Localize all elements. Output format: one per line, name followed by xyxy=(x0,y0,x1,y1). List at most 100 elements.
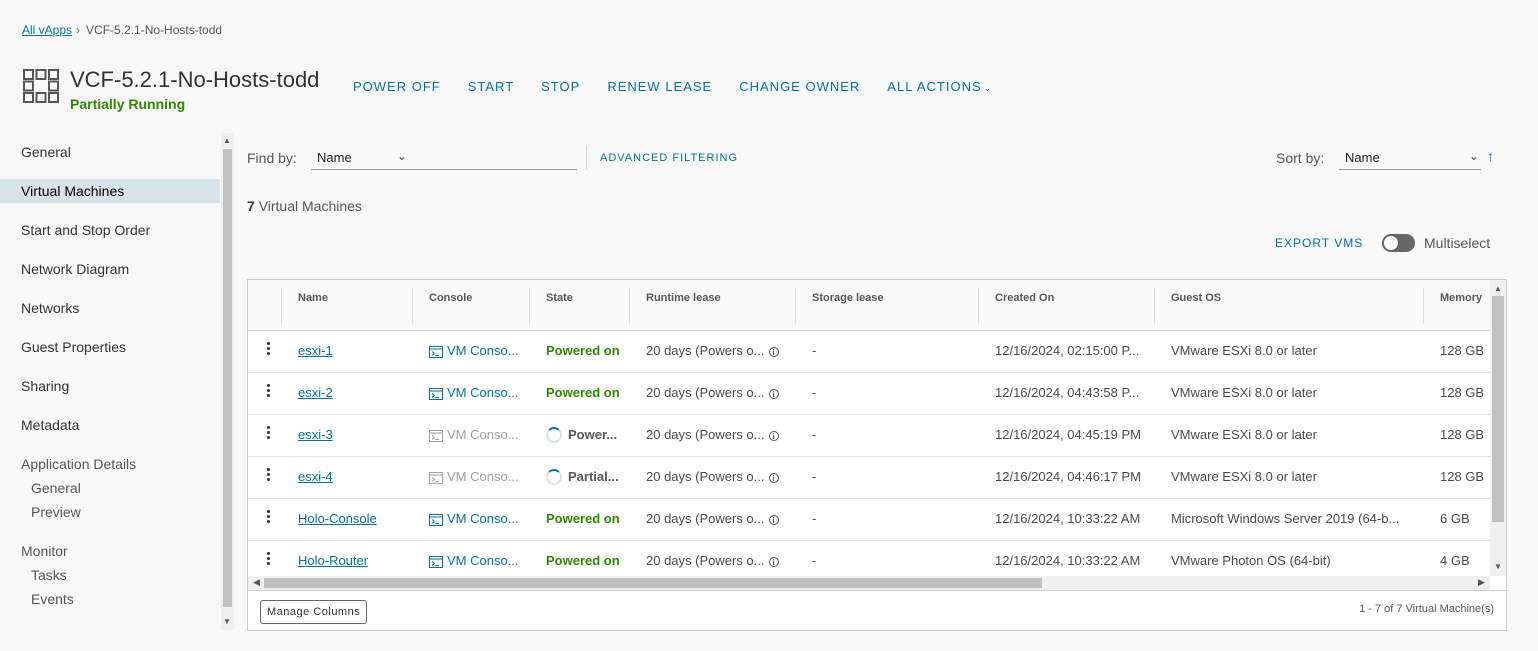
find-by-select[interactable]: Name ⌄ xyxy=(311,149,577,170)
sort-by-select[interactable]: Name ⌄ xyxy=(1339,149,1481,170)
info-icon[interactable]: i xyxy=(768,347,779,357)
column-separator xyxy=(281,288,282,324)
manage-columns-button[interactable]: Manage Columns xyxy=(260,600,368,624)
sidebar-item-virtual-machines[interactable]: Virtual Machines xyxy=(0,179,220,203)
vm-state: Partial... xyxy=(568,469,619,484)
chevron-down-icon: ⌄ xyxy=(396,149,407,163)
row-actions-kebab-icon[interactable] xyxy=(262,467,274,487)
action-bar: POWER OFF START STOP RENEW LEASE CHANGE … xyxy=(353,79,1019,94)
scroll-left-arrow-icon[interactable]: ◀ xyxy=(253,577,260,588)
memory: 4 GB xyxy=(1440,553,1470,568)
sort-by-label: Sort by: xyxy=(1276,150,1325,166)
storage-lease: - xyxy=(812,469,817,484)
multiselect-toggle[interactable] xyxy=(1382,234,1415,252)
sidebar-item-guest-properties[interactable]: Guest Properties xyxy=(0,335,220,359)
stop-button[interactable]: STOP xyxy=(541,79,580,94)
guest-os: VMware ESXi 8.0 or later xyxy=(1171,385,1317,400)
column-header-runtime-lease[interactable]: Runtime lease xyxy=(646,280,721,331)
vm-name-link[interactable]: Holo-Console xyxy=(298,511,377,526)
column-separator[interactable] xyxy=(978,288,979,324)
runtime-lease: 20 days (Powers o... xyxy=(646,385,765,400)
datagrid-vertical-scrollbar[interactable]: ▲ ▼ xyxy=(1490,280,1506,576)
column-header-created-on[interactable]: Created On xyxy=(995,280,1054,331)
console-icon xyxy=(429,388,443,400)
scroll-up-arrow-icon[interactable]: ▲ xyxy=(1494,284,1502,293)
row-actions-kebab-icon[interactable] xyxy=(262,383,274,403)
vm-count: 7 Virtual Machines xyxy=(247,198,362,214)
column-header-guest-os[interactable]: Guest OS xyxy=(1171,280,1221,331)
sidebar-item-app-general[interactable]: General xyxy=(0,476,220,500)
vertical-scroll-thumb[interactable] xyxy=(1492,296,1504,522)
title-block: VCF-5.2.1-No-Hosts-todd Partially Runnin… xyxy=(70,66,319,112)
sidebar-item-metadata[interactable]: Metadata xyxy=(0,413,220,437)
vm-name-link[interactable]: esxi-2 xyxy=(298,385,333,400)
vm-name-link[interactable]: esxi-4 xyxy=(298,469,333,484)
created-on: 12/16/2024, 04:45:19 PM xyxy=(995,427,1142,442)
power-off-button[interactable]: POWER OFF xyxy=(353,79,441,94)
row-actions-kebab-icon[interactable] xyxy=(262,551,274,571)
runtime-lease: 20 days (Powers o... xyxy=(646,469,765,484)
sidebar-item-networks[interactable]: Networks xyxy=(0,296,220,320)
column-separator[interactable] xyxy=(1423,288,1424,324)
info-icon[interactable]: i xyxy=(768,431,779,441)
vm-console-link[interactable]: VM Conso... xyxy=(429,343,519,358)
breadcrumb-all-vapps-link[interactable]: All vApps xyxy=(22,23,72,37)
info-icon[interactable]: i xyxy=(768,473,779,483)
sidebar-item-network-diagram[interactable]: Network Diagram xyxy=(0,257,220,281)
console-icon xyxy=(429,472,443,484)
export-vms-button[interactable]: EXPORT VMS xyxy=(1275,236,1363,250)
row-actions-kebab-icon[interactable] xyxy=(262,425,274,445)
sidebar-item-app-preview[interactable]: Preview xyxy=(0,500,220,524)
toggle-knob xyxy=(1384,236,1398,250)
arrow-up-icon[interactable]: ↑ xyxy=(1487,148,1494,164)
column-header-memory[interactable]: Memory xyxy=(1440,280,1482,331)
column-header-name[interactable]: Name xyxy=(298,280,328,331)
column-separator[interactable] xyxy=(529,288,530,324)
sidebar-item-tasks[interactable]: Tasks xyxy=(0,563,220,587)
advanced-filtering-link[interactable]: ADVANCED FILTERING xyxy=(600,152,738,164)
console-icon xyxy=(429,514,443,526)
table-row[interactable]: esxi-1 VM Conso... Powered on 20 days (Powe… xyxy=(248,331,1490,373)
sidebar-item-start-stop-order[interactable]: Start and Stop Order xyxy=(0,218,220,242)
vm-name-link[interactable]: Holo-Router xyxy=(298,553,368,568)
column-separator[interactable] xyxy=(795,288,796,324)
row-actions-kebab-icon[interactable] xyxy=(262,509,274,529)
info-icon[interactable]: i xyxy=(768,389,779,399)
renew-lease-button[interactable]: RENEW LEASE xyxy=(607,79,712,94)
sidebar-item-sharing[interactable]: Sharing xyxy=(0,374,220,398)
column-header-console[interactable]: Console xyxy=(429,280,472,331)
table-row[interactable]: esxi-3 VM Conso... Power... 20 days (Powers… xyxy=(248,415,1490,457)
info-icon[interactable]: i xyxy=(768,557,779,567)
scroll-down-arrow-icon[interactable]: ▼ xyxy=(223,617,231,626)
sidebar-scrollbar[interactable]: ▲ ▼ xyxy=(221,133,234,630)
scroll-down-arrow-icon[interactable]: ▼ xyxy=(1494,562,1502,571)
sidebar-item-general[interactable]: General xyxy=(0,140,220,164)
vm-name-link[interactable]: esxi-3 xyxy=(298,427,333,442)
change-owner-button[interactable]: CHANGE OWNER xyxy=(739,79,860,94)
datagrid-horizontal-scrollbar[interactable]: ◀ ▶ xyxy=(248,576,1490,590)
scroll-up-arrow-icon[interactable]: ▲ xyxy=(223,136,231,145)
info-icon[interactable]: i xyxy=(768,515,779,525)
table-row[interactable]: esxi-4 VM Conso... Partial... 20 days (Powe… xyxy=(248,457,1490,499)
column-separator[interactable] xyxy=(1154,288,1155,324)
vm-console-link[interactable]: VM Conso... xyxy=(429,553,519,568)
column-separator[interactable] xyxy=(629,288,630,324)
column-separator[interactable] xyxy=(412,288,413,324)
column-header-storage-lease[interactable]: Storage lease xyxy=(812,280,884,331)
memory: 128 GB xyxy=(1440,343,1485,358)
vm-name-link[interactable]: esxi-1 xyxy=(298,343,333,358)
sidebar-scroll-thumb[interactable] xyxy=(223,149,232,607)
all-actions-dropdown[interactable]: ALL ACTIONS ⌄ xyxy=(887,79,992,94)
vm-state: Powered on xyxy=(546,343,620,358)
vm-console-link[interactable]: VM Conso... xyxy=(429,385,519,400)
scroll-right-arrow-icon[interactable]: ▶ xyxy=(1478,577,1485,588)
table-row[interactable]: esxi-2 VM Conso... Powered on 20 days (Powe… xyxy=(248,373,1490,415)
start-button[interactable]: START xyxy=(468,79,514,94)
vm-console-link[interactable]: VM Conso... xyxy=(429,511,519,526)
sidebar-item-events[interactable]: Events xyxy=(0,587,220,611)
row-actions-kebab-icon[interactable] xyxy=(262,341,274,361)
table-row[interactable]: Holo-Console VM Conso... Powered on 20 days… xyxy=(248,499,1490,541)
chevron-down-icon: ⌄ xyxy=(983,83,993,93)
horizontal-scroll-thumb[interactable] xyxy=(264,578,1042,588)
column-header-state[interactable]: State xyxy=(546,280,573,331)
